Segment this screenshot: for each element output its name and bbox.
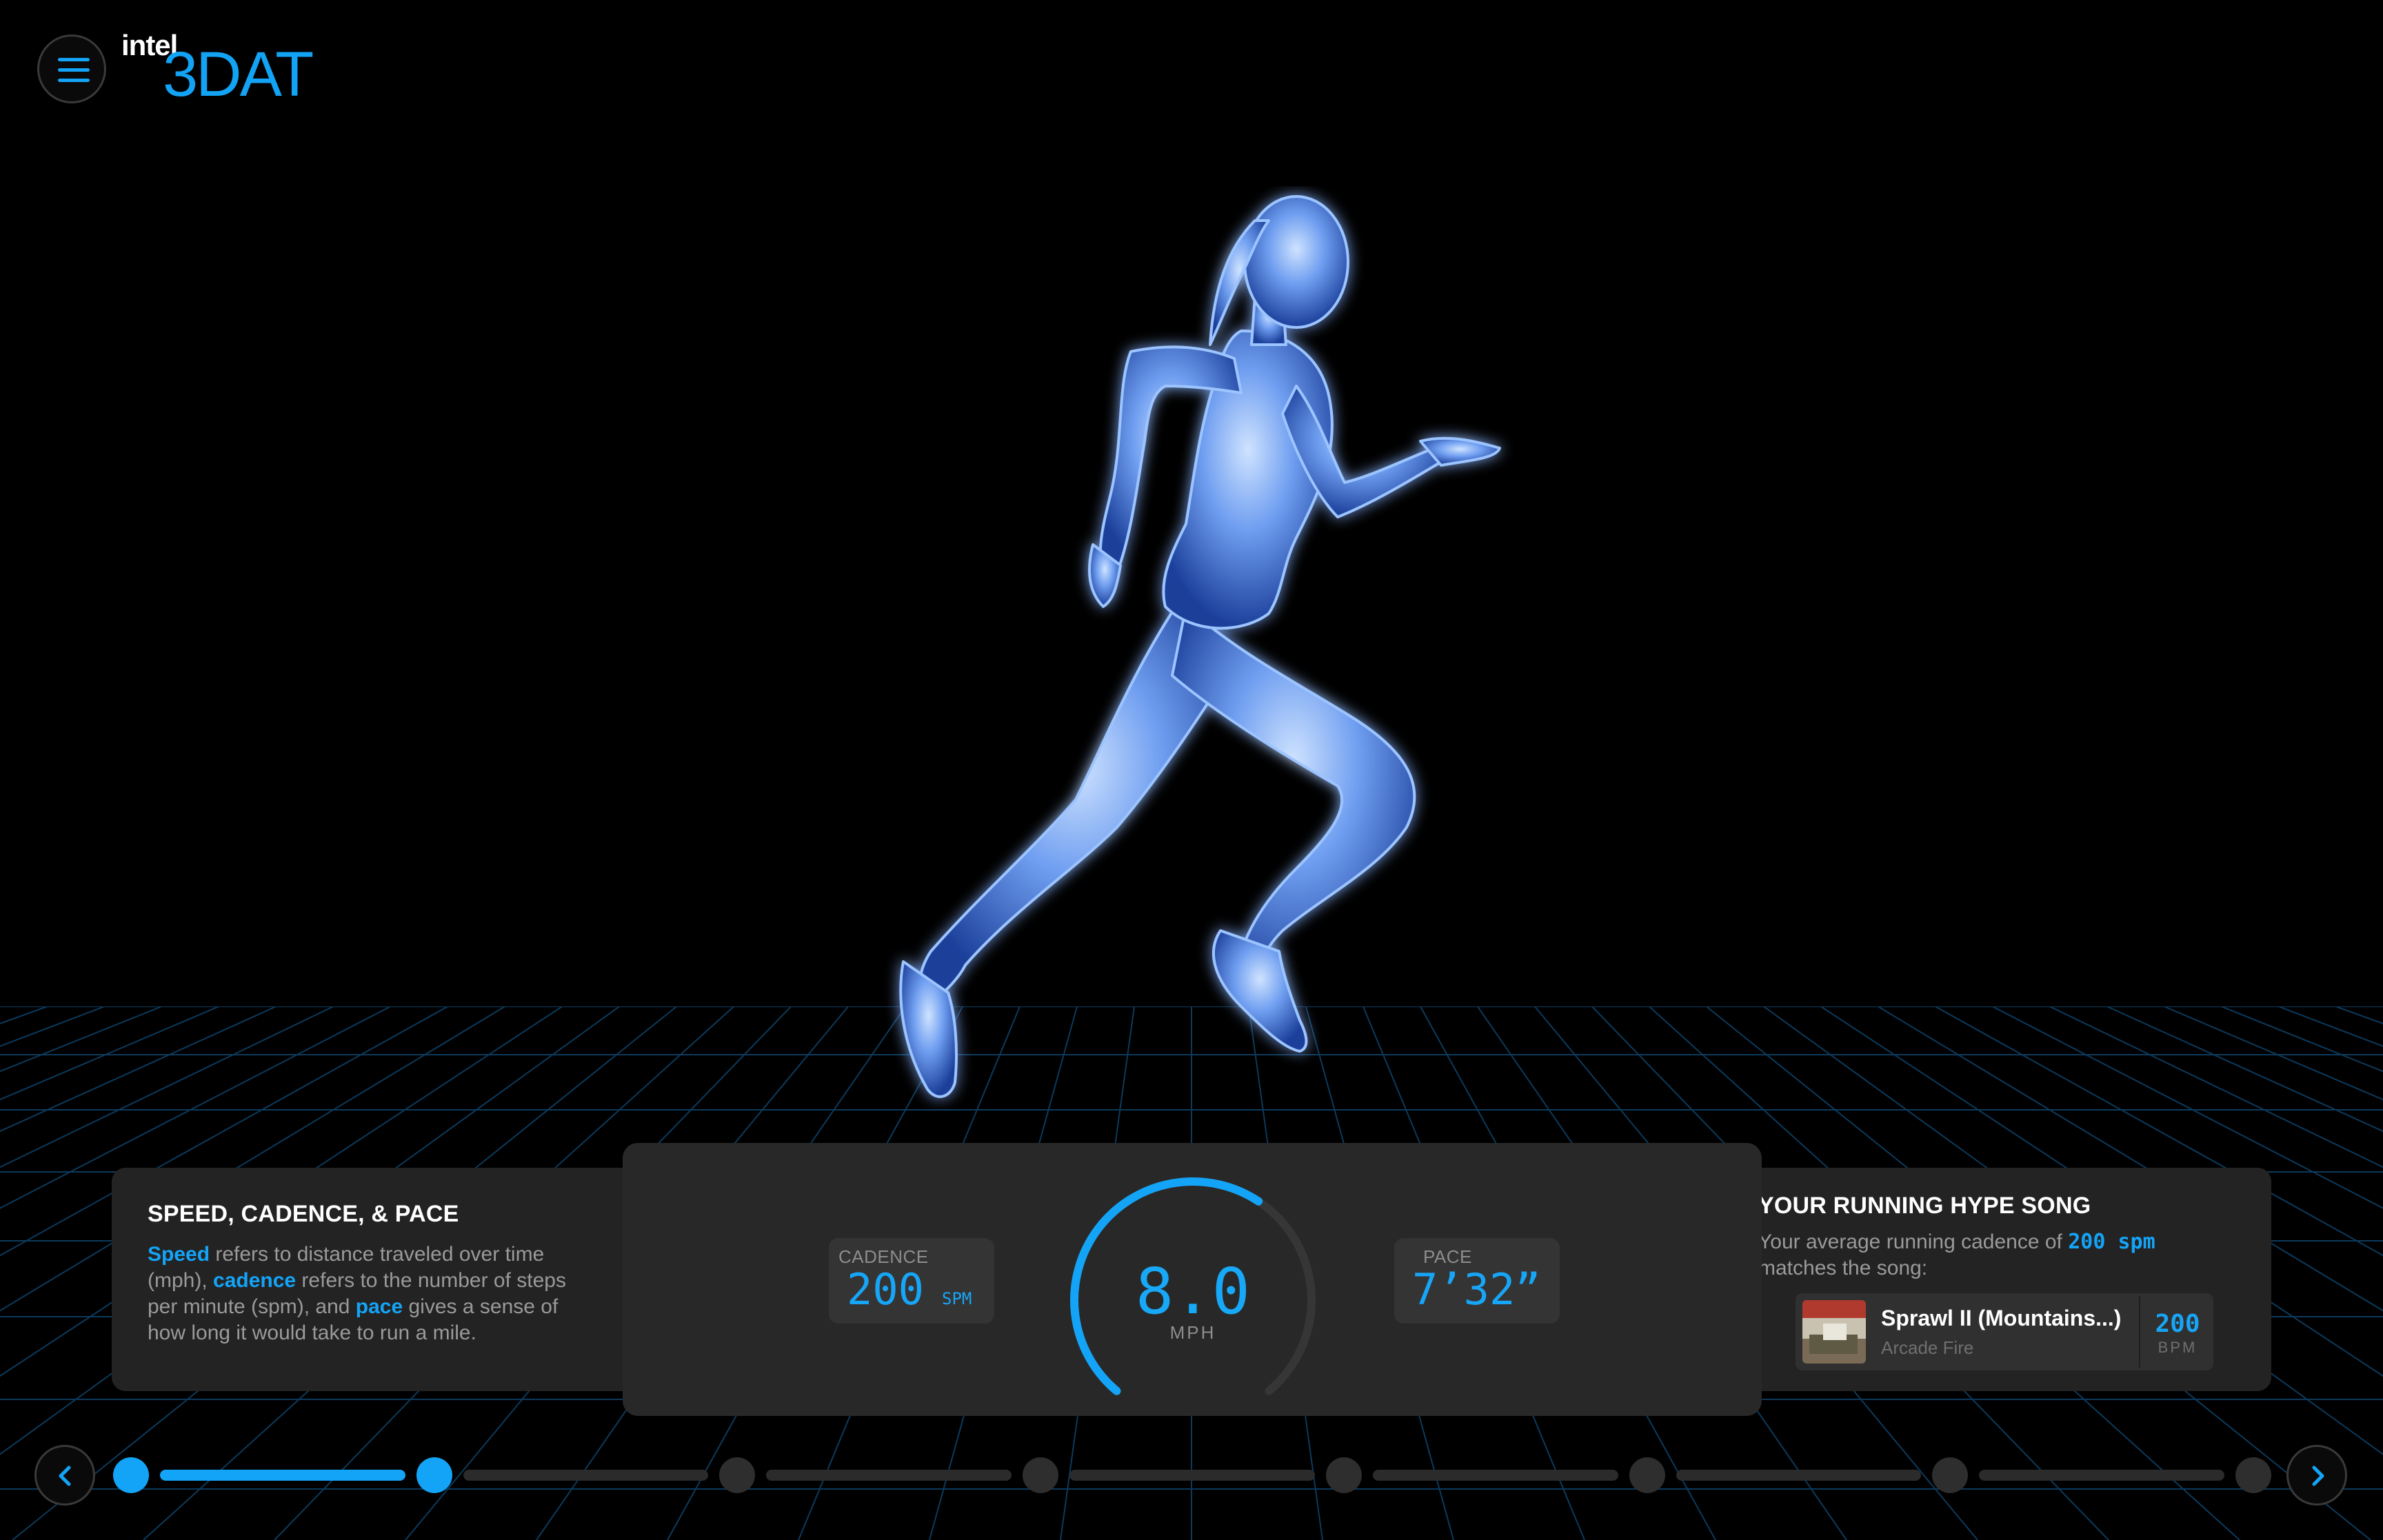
progress-step-dot[interactable]	[416, 1457, 452, 1493]
progress-segment	[1372, 1470, 1618, 1481]
info-panel-body: Speed refers to distance traveled over t…	[148, 1243, 566, 1344]
pace-term: pace	[355, 1295, 403, 1318]
speed-unit: MPH	[1169, 1322, 1216, 1343]
progress-segment	[1069, 1470, 1315, 1481]
progress-step-dot[interactable]	[1629, 1457, 1665, 1493]
runner-figure	[899, 195, 1501, 1098]
menu-button[interactable]	[37, 34, 106, 103]
progress-step-dot[interactable]	[113, 1457, 149, 1493]
cadence-highlight: 200 spm	[2068, 1230, 2155, 1254]
progress-step-dot[interactable]	[2235, 1457, 2271, 1493]
progress-step-dot[interactable]	[1023, 1457, 1059, 1493]
song-panel-description: Your average running cadence of 200 spm …	[1758, 1230, 2155, 1279]
song-bpm-value: 200	[2155, 1310, 2200, 1338]
brand-3dat-title: 3DAT	[163, 39, 314, 110]
info-panel: SPEED, CADENCE, & PACE Speed refers to d…	[112, 1168, 636, 1391]
info-panel-title: SPEED, CADENCE, & PACE	[148, 1201, 459, 1227]
song-panel-title: YOUR RUNNING HYPE SONG	[1758, 1193, 2091, 1219]
cadence-value: 200	[847, 1264, 924, 1315]
progress-segment	[463, 1470, 709, 1481]
pace-box: PACE 7’32”	[1394, 1238, 1560, 1324]
pace-value: 7’32”	[1412, 1264, 1541, 1315]
previous-step-button[interactable]	[34, 1445, 95, 1506]
chevron-right-icon	[2312, 1466, 2324, 1486]
progress-segment	[1979, 1470, 2224, 1481]
progress-segment	[766, 1470, 1012, 1481]
progress-segment	[160, 1470, 405, 1481]
progress-step-dot[interactable]	[1325, 1457, 1362, 1493]
speed-term: Speed	[148, 1243, 210, 1266]
next-step-button[interactable]	[2286, 1445, 2347, 1506]
cadence-term: cadence	[213, 1269, 296, 1292]
song-bpm-unit: BPM	[2158, 1339, 2198, 1356]
cadence-box: CADENCE 200 SPM	[829, 1238, 994, 1324]
speed-value: 8.0	[1135, 1255, 1251, 1328]
song-artist: Arcade Fire	[1881, 1337, 1974, 1358]
chevron-left-icon	[59, 1466, 71, 1486]
song-title: Sprawl II (Mountains...)	[1881, 1306, 2122, 1330]
song-divider	[2139, 1296, 2140, 1368]
album-art	[1802, 1300, 1866, 1364]
progress-segment	[1676, 1470, 1922, 1481]
cadence-unit: SPM	[942, 1289, 972, 1308]
hamburger-menu-icon	[58, 58, 90, 82]
progress-step-dot[interactable]	[1932, 1457, 1969, 1493]
